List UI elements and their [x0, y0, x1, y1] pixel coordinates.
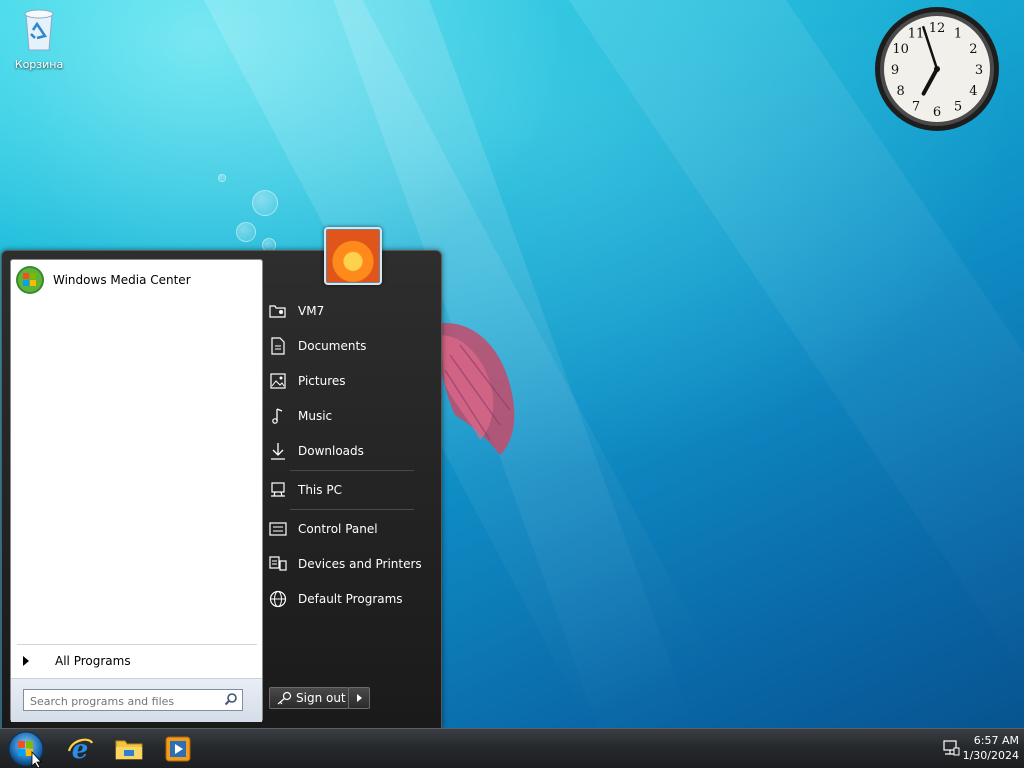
user-account-picture[interactable]: [324, 227, 382, 285]
recycle-bin-label: Корзина: [14, 58, 64, 71]
arrow-right-icon: [23, 656, 29, 666]
start-button[interactable]: [6, 730, 46, 768]
programs-pane: Windows Media Center All Programs: [10, 259, 263, 722]
right-item-label: This PC: [298, 483, 342, 497]
download-icon: [268, 441, 288, 461]
clock-number: 8: [896, 84, 904, 99]
document-icon: [268, 336, 288, 356]
right-item-label: Documents: [298, 339, 367, 353]
right-item-label: Default Programs: [298, 592, 403, 606]
windows-media-center-icon: [16, 266, 44, 294]
taskbar: e 6:57 AM 1/30/2024: [0, 728, 1024, 768]
arrow-right-icon: [356, 694, 362, 702]
search-area: [11, 678, 262, 722]
clock-number: 9: [891, 63, 899, 78]
globe-icon: [268, 589, 288, 609]
right-item-pictures[interactable]: Pictures: [268, 367, 428, 395]
taskbar-file-explorer[interactable]: [113, 733, 145, 765]
media-player-icon: [165, 736, 191, 762]
recycle-bin-icon: [24, 9, 54, 51]
clock-number: 10: [892, 42, 909, 57]
clock-number: 5: [954, 99, 962, 114]
search-input[interactable]: [24, 692, 220, 711]
tray-clock[interactable]: 6:57 AM 1/30/2024: [963, 733, 1019, 763]
betta-fish-image: [430, 323, 515, 455]
computer-icon: [268, 480, 288, 500]
right-item-this-pc[interactable]: This PC: [268, 476, 428, 504]
program-label: Windows Media Center: [53, 273, 191, 287]
bubble: [236, 222, 256, 242]
right-item-label: VM7: [298, 304, 325, 318]
tray-date: 1/30/2024: [962, 749, 1019, 762]
clock-number: 12: [929, 21, 946, 36]
clock-number: 11: [908, 27, 925, 42]
right-item-label: Devices and Printers: [298, 557, 422, 571]
right-item-default-programs[interactable]: Default Programs: [268, 585, 428, 613]
recycle-bin[interactable]: Корзина: [8, 6, 70, 71]
clock-number: 1: [954, 27, 962, 42]
user-folder-icon: [268, 301, 288, 321]
divider: [290, 470, 414, 471]
right-item-vm7[interactable]: VM7: [268, 297, 428, 325]
sign-out-button[interactable]: Sign out: [269, 687, 349, 709]
right-item-label: Music: [298, 409, 333, 423]
clock-number: 2: [969, 42, 977, 57]
right-item-devices-and-printers[interactable]: Devices and Printers: [268, 550, 428, 578]
taskbar-internet-explorer[interactable]: e: [64, 733, 96, 765]
right-item-downloads[interactable]: Downloads: [268, 437, 428, 465]
right-item-label: Control Panel: [298, 522, 378, 536]
search-box[interactable]: [23, 689, 243, 711]
clock-number: 3: [975, 63, 983, 78]
right-item-label: Downloads: [298, 444, 364, 458]
taskbar-media-player[interactable]: [162, 733, 194, 765]
clock-number: 6: [933, 105, 941, 120]
clock-gadget[interactable]: 12 12 3 45678 9 1011: [874, 6, 1000, 132]
right-item-documents[interactable]: Documents: [268, 332, 428, 360]
file-explorer-icon: [115, 740, 143, 760]
all-programs-button[interactable]: All Programs: [17, 650, 257, 672]
music-note-icon: [268, 406, 288, 426]
clock-number: 4: [969, 84, 977, 99]
start-menu: Windows Media Center All Programs Search…: [1, 227, 442, 729]
shutdown-options-button[interactable]: [348, 687, 370, 709]
control-panel-icon: [268, 519, 288, 539]
program-windows-media-center[interactable]: Windows Media Center: [15, 264, 256, 296]
clock-number: 7: [912, 99, 920, 114]
desktop: Корзина 12 1 2 3 4 5 6 7 8 9 10 11 Windows Media Ce…: [0, 0, 1024, 768]
search-icon[interactable]: [224, 692, 238, 706]
network-icon[interactable]: [942, 739, 960, 757]
key-icon: [276, 691, 292, 705]
bubble: [218, 174, 226, 182]
bubble: [252, 190, 278, 216]
internet-explorer-icon: e: [67, 735, 94, 763]
sign-out-label: Sign out: [296, 691, 346, 705]
tray-time: 6:57 AM: [973, 734, 1019, 747]
devices-printers-icon: [268, 554, 288, 574]
right-item-music[interactable]: Music: [268, 402, 428, 430]
right-item-label: Pictures: [298, 374, 346, 388]
divider: [290, 509, 414, 510]
divider: [17, 644, 257, 645]
all-programs-label: All Programs: [55, 654, 131, 668]
right-item-control-panel[interactable]: Control Panel: [268, 515, 428, 543]
picture-icon: [268, 371, 288, 391]
